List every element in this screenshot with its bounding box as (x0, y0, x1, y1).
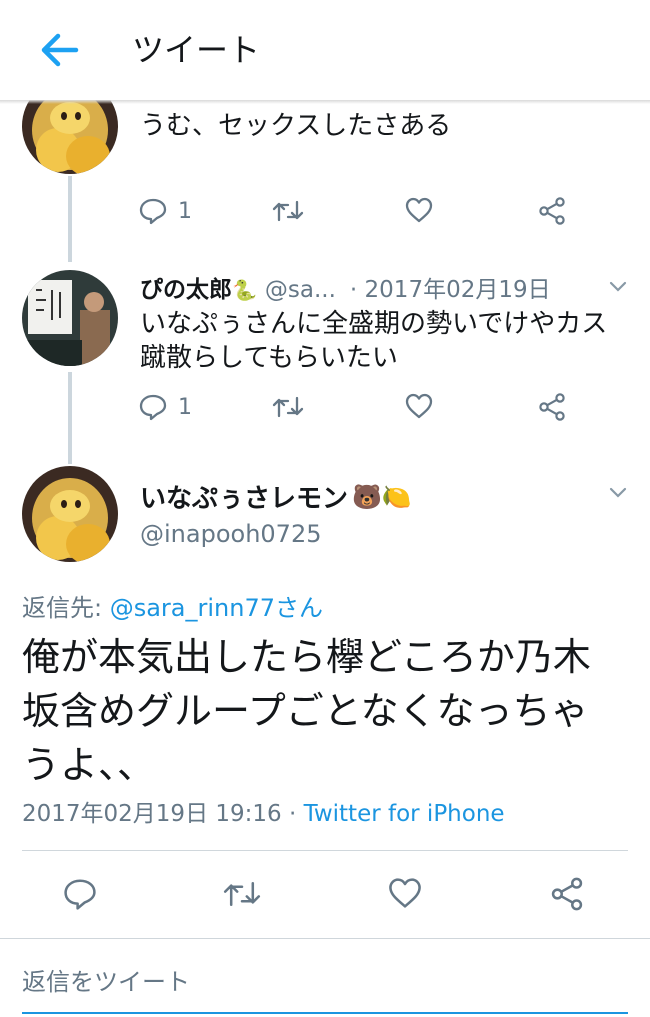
tweet-text-line: 蹴散らしてもらいたい (140, 343, 398, 373)
share-icon (539, 393, 565, 421)
reply-input[interactable]: 返信をツイート (22, 962, 190, 997)
heart-icon (405, 393, 433, 419)
avatar-image (22, 270, 118, 366)
main-text-line: 坂含めグループごとなくなっちゃ (22, 689, 589, 733)
chevron-down-icon[interactable] (608, 486, 628, 500)
reply-button[interactable] (62, 876, 98, 912)
chevron-down-icon[interactable] (608, 280, 628, 294)
reply-icon (139, 198, 167, 225)
reply-prefix: 返信先: (22, 594, 110, 622)
reply-icon (139, 394, 167, 421)
share-button[interactable] (550, 876, 584, 912)
tweet-text-line: いなぷぅさんに全盛期の勢いでけやカス (140, 309, 608, 339)
reply-count: 1 (178, 394, 192, 420)
bear-lemon-emoji: 🐻🍋 (352, 482, 412, 511)
divider (0, 938, 650, 939)
main-text-line: 俺が本気出したら欅どころか乃木 (22, 635, 591, 679)
divider (22, 850, 628, 851)
thread-line (68, 372, 72, 464)
tweet-date: · 2017年02月19日 (349, 277, 551, 303)
reply-button[interactable]: 1 (138, 196, 192, 226)
like-button[interactable] (386, 876, 424, 910)
avatar[interactable] (22, 270, 118, 366)
reply-to-line: 返信先: @sara_rinn77さん (22, 588, 323, 623)
share-button[interactable] (538, 392, 566, 422)
main-display-name[interactable]: いなぷぅさレモン 🐻🍋 (140, 478, 412, 515)
retweet-icon (272, 396, 304, 418)
header-shadow (0, 100, 650, 104)
share-icon (551, 877, 583, 911)
like-button[interactable] (404, 196, 434, 224)
retweet-icon (272, 200, 304, 222)
reply-icon (64, 879, 96, 910)
display-name: いなぷぅさレモン (140, 484, 349, 514)
like-button[interactable] (404, 392, 434, 420)
thread-line (68, 176, 72, 262)
retweet-button[interactable] (222, 876, 262, 912)
main-tweet-text: 俺が本気出したら欅どころか乃木 坂含めグループごとなくなっちゃ うよ、、 (22, 630, 632, 792)
top-bar: ツイート (0, 0, 650, 100)
source-link[interactable]: Twitter for iPhone (304, 801, 505, 827)
share-button[interactable] (538, 196, 566, 226)
retweet-icon (223, 881, 261, 907)
reply-count: 1 (178, 198, 192, 224)
display-name[interactable]: ぴの太郎 (140, 270, 232, 304)
avatar-image (22, 466, 118, 562)
tweet-meta: 2017年02月19日 19:16 · Twitter for iPhone (22, 794, 505, 828)
tweet-header: ぴの太郎 🐍 @sa... · 2017年02月19日 (140, 270, 551, 304)
share-icon (539, 197, 565, 225)
heart-icon (405, 197, 433, 223)
main-text-line: うよ、、 (22, 743, 156, 787)
reply-target-link[interactable]: @sara_rinn77さん (110, 594, 323, 622)
retweet-button[interactable] (272, 392, 304, 422)
timestamp: 2017年02月19日 19:16 · (22, 801, 304, 827)
retweet-button[interactable] (272, 196, 304, 226)
arrow-left-icon[interactable] (36, 26, 84, 74)
heart-icon (389, 878, 421, 908)
page-title: ツイート (132, 31, 261, 69)
handle: @sa... (264, 277, 336, 303)
snake-emoji: 🐍 (232, 278, 257, 302)
reply-button[interactable]: 1 (138, 392, 192, 422)
main-handle[interactable]: @inapooh0725 (140, 520, 321, 548)
tweet-text: うむ、セックスしたさある (140, 111, 452, 141)
reply-input-underline (22, 1012, 628, 1014)
avatar[interactable] (22, 466, 118, 562)
